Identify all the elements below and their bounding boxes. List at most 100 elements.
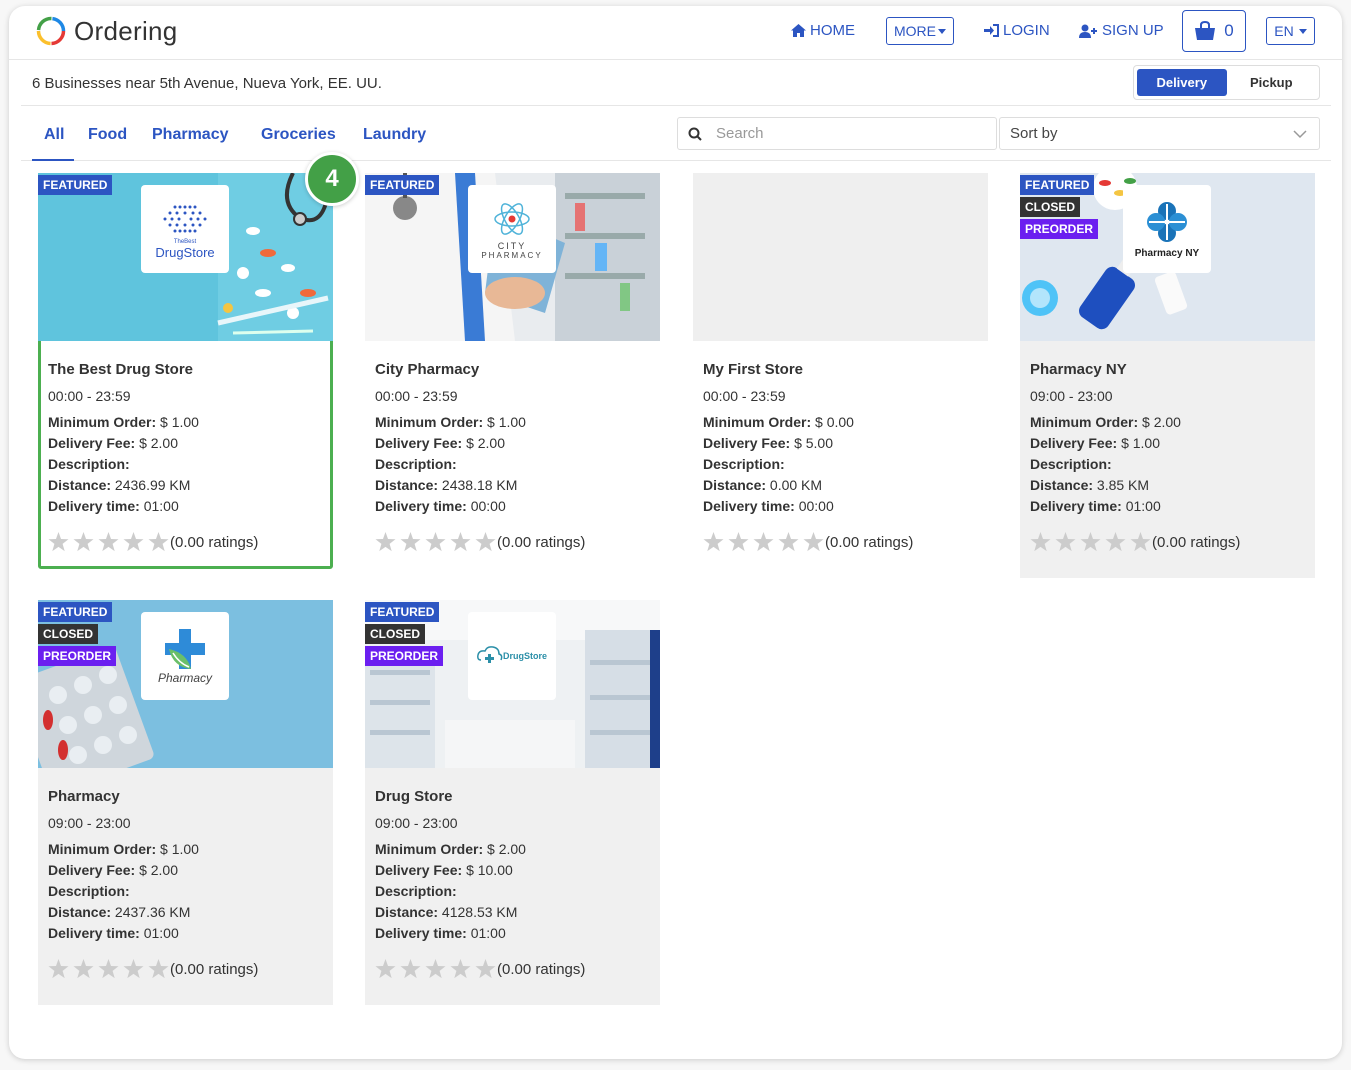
min-order-row: Minimum Order: $ 2.00 xyxy=(1030,412,1300,433)
logo-text: Pharmacy NY xyxy=(1134,248,1200,259)
search-icon xyxy=(688,127,702,141)
delivery-fee-row: Delivery Fee: $ 2.00 xyxy=(48,860,318,881)
language-label: EN xyxy=(1274,23,1294,39)
delivery-fee-value: $ 2.00 xyxy=(139,435,178,451)
business-card[interactable]: FEATURED CLOSED PREORDER DrugStore Drug … xyxy=(365,600,660,1005)
preorder-badge: PREORDER xyxy=(1020,219,1099,239)
description-row: Description: xyxy=(48,454,318,475)
star-icon xyxy=(48,959,69,979)
min-order-row: Minimum Order: $ 1.00 xyxy=(48,412,318,433)
business-banner-image: FEATURED CLOSED PREORDER Pharmacy NY xyxy=(1020,173,1315,341)
language-dropdown[interactable]: EN xyxy=(1266,17,1315,45)
user-plus-icon xyxy=(1079,24,1097,38)
business-card[interactable]: FEATURED CLOSED PREORDER Pharmacy Pharma… xyxy=(38,600,333,1005)
star-icon xyxy=(450,532,471,552)
business-card[interactable]: FEATURED CLOSED PREORDER Pharmacy NY Pha… xyxy=(1020,173,1315,578)
delivery-time-value: 01:00 xyxy=(143,925,179,941)
tab-laundry[interactable]: Laundry xyxy=(363,126,426,144)
rating-count: (0.00 ratings) xyxy=(497,533,586,551)
star-icon xyxy=(73,532,94,552)
app-window: Ordering HOME MORE LOGIN SIGN UP 0 EN 6 … xyxy=(9,6,1342,1059)
distance-value: 2438.18 KM xyxy=(441,477,518,493)
delivery-fee-label: Delivery Fee: xyxy=(48,435,136,451)
description-row: Description: xyxy=(48,881,318,902)
business-info: Drug Store 09:00 - 23:00 Minimum Order: … xyxy=(375,788,645,944)
home-icon xyxy=(791,24,806,37)
business-name: My First Store xyxy=(703,361,804,378)
order-type-toggle: Delivery Pickup xyxy=(1133,65,1320,100)
badge-group: FEATURED CLOSED PREORDER xyxy=(1020,175,1099,241)
delivery-button[interactable]: Delivery xyxy=(1137,69,1227,96)
star-icon xyxy=(98,959,119,979)
business-card[interactable]: My First Store 00:00 - 23:59 Minimum Ord… xyxy=(693,173,988,569)
delivery-fee-value: $ 10.00 xyxy=(466,862,513,878)
delivery-fee-row: Delivery Fee: $ 2.00 xyxy=(375,433,645,454)
cart-button[interactable]: 0 xyxy=(1182,10,1246,52)
description-row: Description: xyxy=(703,454,973,475)
min-order-label: Minimum Order: xyxy=(375,841,484,857)
min-order-row: Minimum Order: $ 1.00 xyxy=(48,839,318,860)
delivery-fee-value: $ 5.00 xyxy=(794,435,833,451)
star-icon xyxy=(375,959,396,979)
search-input[interactable] xyxy=(716,125,976,142)
distance-label: Distance: xyxy=(1030,477,1094,493)
delivery-fee-value: $ 1.00 xyxy=(1121,435,1160,451)
star-icon xyxy=(778,532,799,552)
delivery-fee-row: Delivery Fee: $ 10.00 xyxy=(375,860,645,881)
star-icon xyxy=(475,532,496,552)
min-order-value: $ 1.00 xyxy=(160,414,199,430)
distance-label: Distance: xyxy=(48,904,112,920)
delivery-time-value: 00:00 xyxy=(470,498,506,514)
nav-login[interactable]: LOGIN xyxy=(984,22,1050,39)
business-info: The Best Drug Store 00:00 - 23:59 Minimu… xyxy=(48,361,318,517)
business-banner-image: FEATURED TheBest DrugStore xyxy=(38,173,333,341)
delivery-fee-row: Delivery Fee: $ 5.00 xyxy=(703,433,973,454)
sort-dropdown[interactable]: Sort by xyxy=(999,117,1320,150)
min-order-value: $ 2.00 xyxy=(1142,414,1181,430)
tab-pharmacy[interactable]: Pharmacy xyxy=(152,126,229,144)
distance-label: Distance: xyxy=(375,477,439,493)
delivery-time-value: 01:00 xyxy=(470,925,506,941)
distance-value: 3.85 KM xyxy=(1096,477,1150,493)
drugstore-dots-logo-icon xyxy=(163,205,207,232)
delivery-time-label: Delivery time: xyxy=(48,925,140,941)
preorder-badge: PREORDER xyxy=(38,646,117,666)
app-logo[interactable]: Ordering xyxy=(35,15,178,47)
description-label: Description: xyxy=(1030,456,1112,472)
star-icon xyxy=(48,532,69,552)
business-info: Pharmacy 09:00 - 23:00 Minimum Order: $ … xyxy=(48,788,318,944)
tab-groceries[interactable]: Groceries xyxy=(261,126,336,144)
featured-badge: FEATURED xyxy=(365,602,440,622)
distance-label: Distance: xyxy=(703,477,767,493)
min-order-label: Minimum Order: xyxy=(1030,414,1139,430)
business-hours: 00:00 - 23:59 xyxy=(48,388,131,404)
distance-label: Distance: xyxy=(375,904,439,920)
pickup-button[interactable]: Pickup xyxy=(1227,69,1317,96)
delivery-time-row: Delivery time: 01:00 xyxy=(48,923,318,944)
location-bar: 6 Businesses near 5th Avenue, Nueva York… xyxy=(21,61,1331,106)
star-icon xyxy=(123,959,144,979)
delivery-time-label: Delivery time: xyxy=(1030,498,1122,514)
top-header: Ordering HOME MORE LOGIN SIGN UP 0 EN xyxy=(9,6,1342,60)
featured-badge: FEATURED xyxy=(38,602,113,622)
business-name: The Best Drug Store xyxy=(48,361,194,378)
min-order-value: $ 0.00 xyxy=(815,414,854,430)
badge-group: FEATURED CLOSED PREORDER xyxy=(365,602,444,668)
nav-home[interactable]: HOME xyxy=(791,22,855,39)
more-dropdown-button[interactable]: MORE xyxy=(886,17,954,45)
badge-group: FEATURED xyxy=(38,175,113,197)
nav-signup[interactable]: SIGN UP xyxy=(1079,22,1164,39)
featured-badge: FEATURED xyxy=(38,175,113,195)
star-icon xyxy=(450,959,471,979)
tab-food[interactable]: Food xyxy=(88,126,127,144)
rating-row: (0.00 ratings) xyxy=(703,532,913,552)
closed-badge: CLOSED xyxy=(365,624,426,644)
tab-all[interactable]: All xyxy=(31,126,76,161)
star-icon xyxy=(753,532,774,552)
business-card[interactable]: FEATURED CITY PHARMACY City Pharmacy 00:… xyxy=(365,173,660,569)
distance-value: 2437.36 KM xyxy=(114,904,191,920)
preorder-badge: PREORDER xyxy=(365,646,444,666)
business-card[interactable]: FEATURED TheBest DrugStore The Best Drug… xyxy=(38,173,333,569)
featured-badge: FEATURED xyxy=(365,175,440,195)
business-logo: Pharmacy xyxy=(141,612,229,700)
